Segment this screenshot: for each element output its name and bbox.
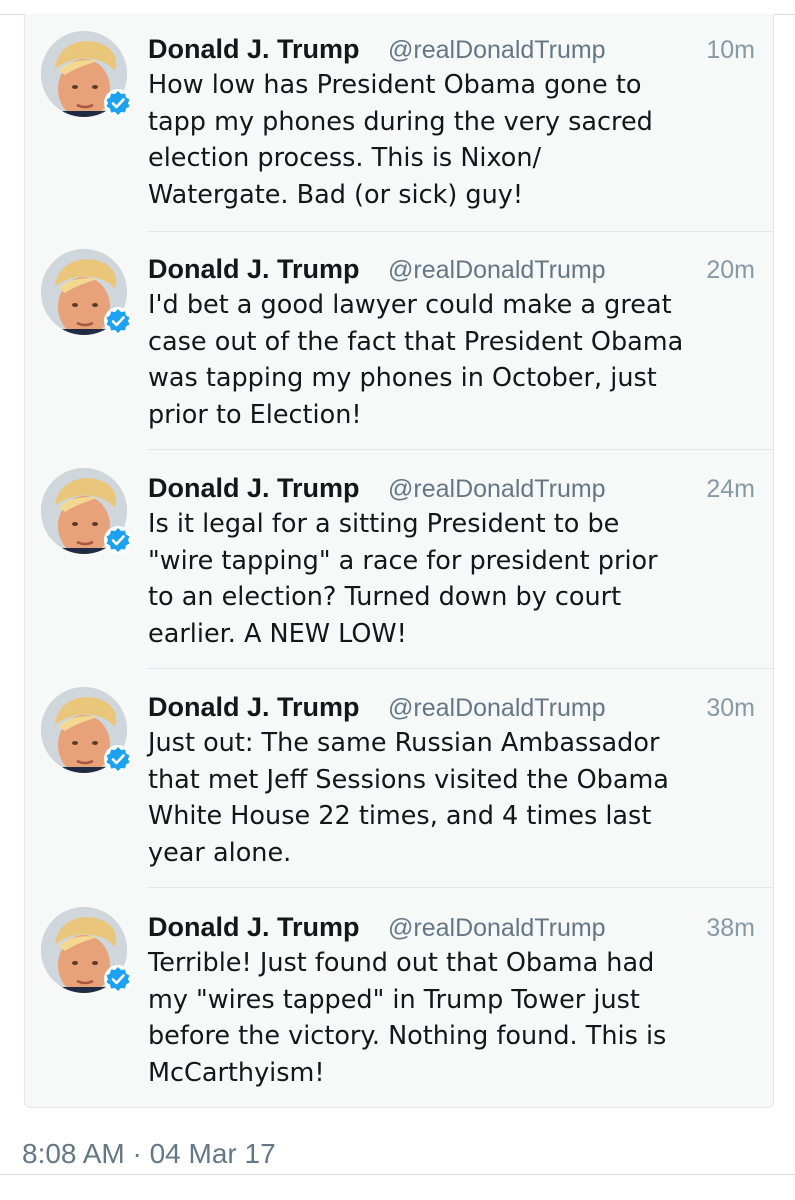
tweet-header: Donald J. Trump @realDonaldTrump 20m <box>148 254 755 288</box>
tweet[interactable]: Donald J. Trump @realDonaldTrump 30m Jus… <box>25 670 773 888</box>
tweet-text: Terrible! Just found out that Obama had … <box>148 945 763 1091</box>
tweet-divider <box>147 668 773 669</box>
tweet-text-line: was tapping my phones in October, just <box>148 363 657 393</box>
tweet[interactable]: Donald J. Trump @realDonaldTrump 24m Is … <box>25 451 773 669</box>
verified-badge-icon <box>103 306 133 336</box>
user-handle[interactable]: @realDonaldTrump <box>388 694 606 723</box>
tweet-text: I'd bet a good lawyer could make a great… <box>148 287 763 433</box>
tweet-text-line: prior to Election! <box>148 399 362 430</box>
tweet-text-line: case out of the fact that President Obam… <box>148 326 684 357</box>
tweet-time[interactable]: 30m <box>706 694 755 723</box>
tweet-text: Is it legal for a sitting President to b… <box>148 506 763 652</box>
tweet[interactable]: Donald J. Trump @realDonaldTrump 38m Ter… <box>25 890 773 1107</box>
tweet-header: Donald J. Trump @realDonaldTrump 38m <box>148 912 755 946</box>
user-handle[interactable]: @realDonaldTrump <box>388 36 606 65</box>
tweet-text-line: before the victory. Nothing found. This … <box>148 1021 667 1051</box>
display-name[interactable]: Donald J. Trump <box>148 254 360 285</box>
display-name[interactable]: Donald J. Trump <box>148 34 360 65</box>
tweet-text-line: Terrible! Just found out that Obama had <box>148 948 655 978</box>
bottom-divider <box>0 1174 795 1175</box>
tweet-time[interactable]: 24m <box>706 475 755 504</box>
user-handle[interactable]: @realDonaldTrump <box>388 475 606 504</box>
tweet-header: Donald J. Trump @realDonaldTrump 24m <box>148 473 755 507</box>
verified-badge-icon <box>103 964 133 994</box>
tweet-text-line: How low has President Obama gone to <box>148 70 642 100</box>
tweet[interactable]: Donald J. Trump @realDonaldTrump 10m How… <box>25 14 773 232</box>
tweet-time[interactable]: 38m <box>706 914 755 943</box>
tweet-text-line: to an election? Turned down by court <box>148 582 622 612</box>
verified-badge-icon <box>103 525 133 555</box>
tweet-text-line: election process. This is Nixon/ <box>148 143 542 173</box>
tweet[interactable]: Donald J. Trump @realDonaldTrump 20m I'd… <box>25 232 773 450</box>
tweet-divider <box>147 887 773 888</box>
tweet-text-line: my "wires tapped" in Trump Tower just <box>148 984 640 1015</box>
user-handle[interactable]: @realDonaldTrump <box>388 256 606 285</box>
tweet-text-line: year alone. <box>148 837 292 868</box>
tweet-time[interactable]: 10m <box>706 36 755 65</box>
tweet-text-line: earlier. A NEW LOW! <box>148 618 407 649</box>
user-handle[interactable]: @realDonaldTrump <box>388 914 606 943</box>
tweet-text-line: McCarthyism! <box>148 1057 325 1088</box>
tweet-text-line: "wire tapping" a race for president prio… <box>148 545 658 576</box>
tweet-header: Donald J. Trump @realDonaldTrump 10m <box>148 34 755 68</box>
tweet-header: Donald J. Trump @realDonaldTrump 30m <box>148 692 755 726</box>
tweet-text-line: Just out: The same Russian Ambassador <box>148 728 660 758</box>
tweet-text-line: tapp my phones during the very sacred <box>148 106 653 137</box>
tweet-text-line: that met Jeff Sessions visited the Obama <box>148 764 669 795</box>
tweet-text: Just out: The same Russian Ambassador th… <box>148 725 763 871</box>
tweet-thread-card: Donald J. Trump @realDonaldTrump 10m How… <box>24 14 774 1108</box>
tweet-text-line: White House 22 times, and 4 times last <box>148 801 652 831</box>
tweet-text: How low has President Obama gone to tapp… <box>148 67 763 213</box>
tweet-divider <box>147 449 773 450</box>
verified-badge-icon <box>103 88 133 118</box>
tweet-text-line: I'd bet a good lawyer could make a great <box>148 290 672 320</box>
display-name[interactable]: Donald J. Trump <box>148 692 360 723</box>
tweet-text-line: Watergate. Bad (or sick) guy! <box>148 179 524 210</box>
tweet-time[interactable]: 20m <box>706 256 755 285</box>
verified-badge-icon <box>103 744 133 774</box>
display-name[interactable]: Donald J. Trump <box>148 473 360 504</box>
tweet-text-line: Is it legal for a sitting President to b… <box>148 509 620 539</box>
thread-timestamp: 8:08 AM · 04 Mar 17 <box>22 1138 276 1169</box>
display-name[interactable]: Donald J. Trump <box>148 912 360 943</box>
